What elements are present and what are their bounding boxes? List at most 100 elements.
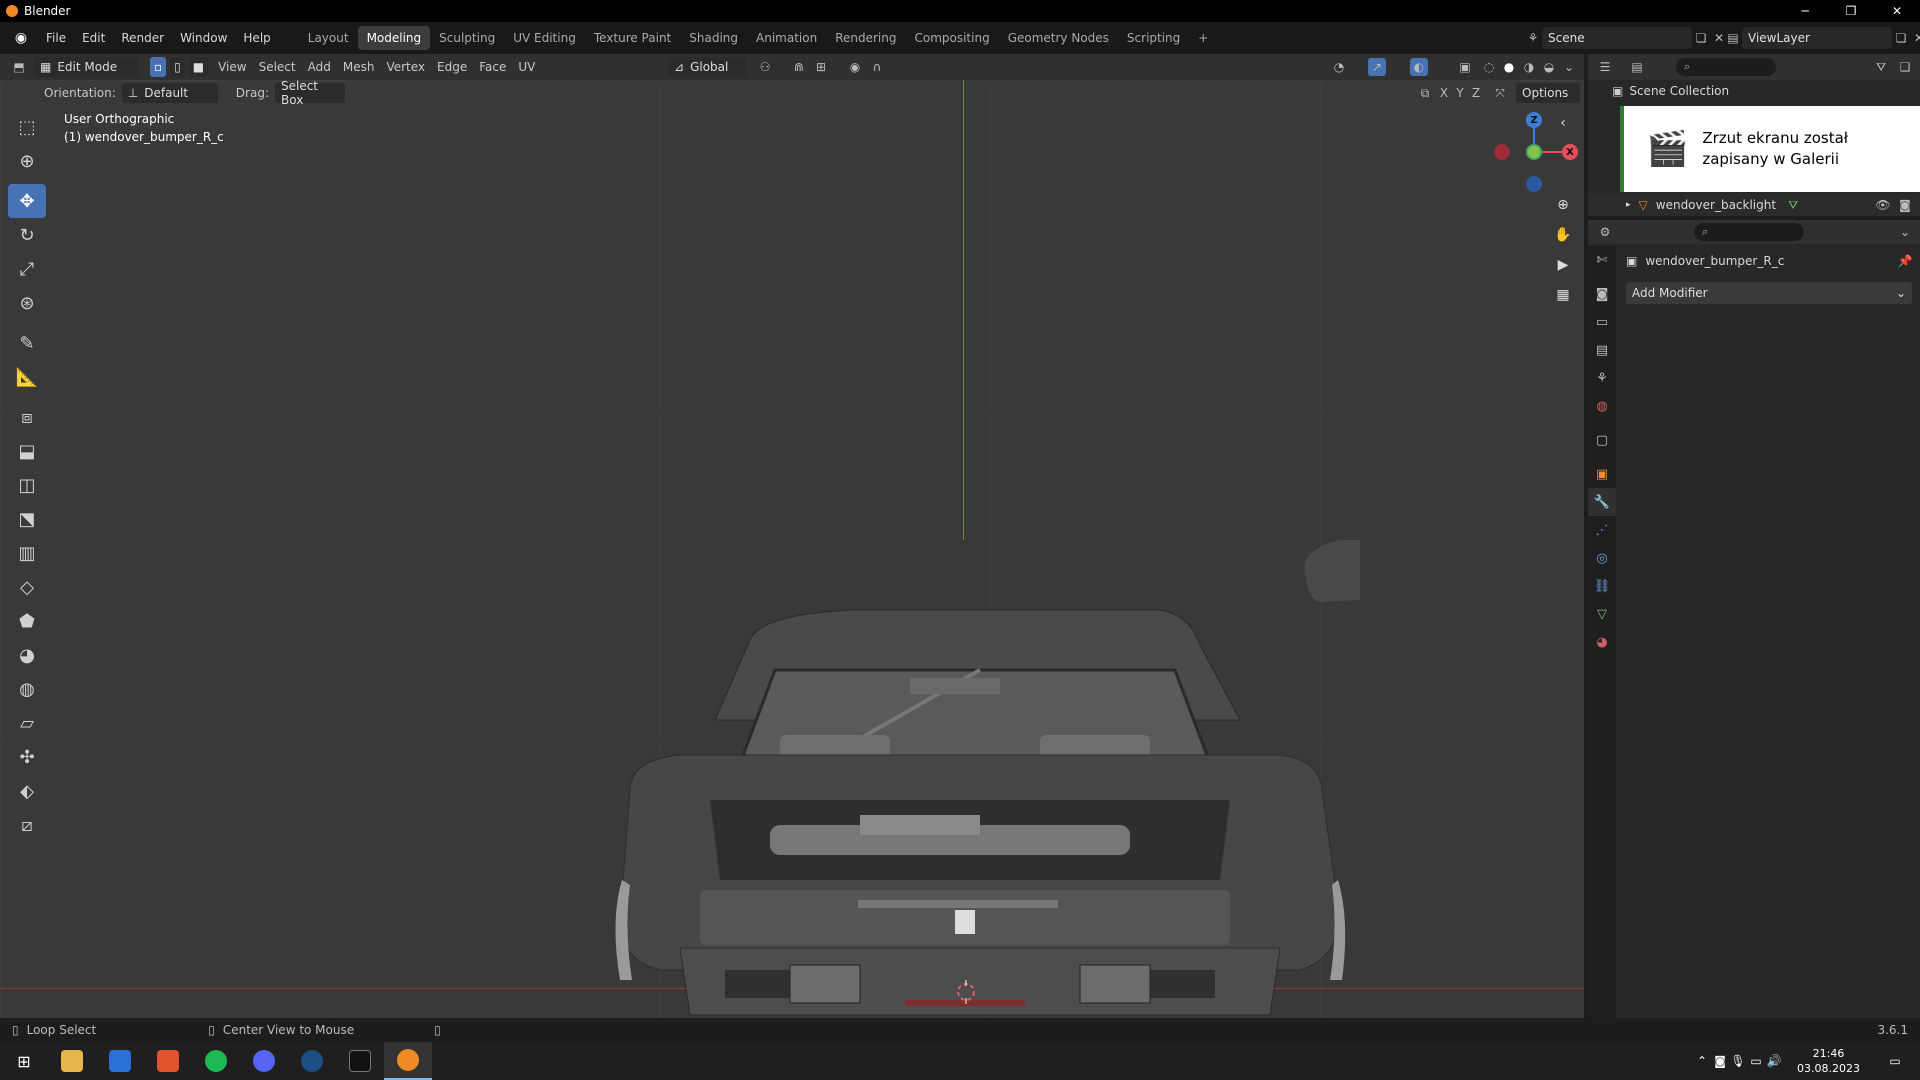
- scene-selector[interactable]: Scene: [1542, 27, 1692, 49]
- world-tab-icon[interactable]: ◍: [1588, 392, 1616, 420]
- mesh-data-tab-icon[interactable]: ▽: [1588, 600, 1616, 628]
- steam-icon[interactable]: [288, 1042, 336, 1080]
- outliner-search-input[interactable]: ⌕: [1676, 58, 1776, 76]
- view-layer-selector[interactable]: ViewLayer: [1742, 27, 1892, 49]
- delete-view-layer-icon[interactable]: ✕: [1910, 29, 1920, 47]
- menu-select[interactable]: Select: [253, 60, 302, 74]
- drag-dropdown[interactable]: Select Box: [274, 79, 345, 107]
- rip-region-tool-icon[interactable]: ⧄: [8, 808, 46, 842]
- add-cube-tool-icon[interactable]: ⧈: [8, 400, 46, 434]
- file-explorer-icon[interactable]: [48, 1042, 96, 1080]
- render-tab-icon[interactable]: ◙: [1588, 280, 1616, 308]
- brave-browser-icon[interactable]: [144, 1042, 192, 1080]
- collapse-sidebar-icon[interactable]: ‹: [1550, 110, 1576, 136]
- 3d-viewport[interactable]: [0, 80, 1584, 1018]
- collection-tab-icon[interactable]: ▢: [1588, 426, 1616, 454]
- transform-orientation-dropdown[interactable]: ⊿ Global: [668, 57, 746, 77]
- mirror-z-toggle[interactable]: Z: [1467, 84, 1485, 102]
- inset-tool-icon[interactable]: ◫: [8, 468, 46, 502]
- zoom-icon[interactable]: ⊕: [1550, 192, 1576, 218]
- camera-view-icon[interactable]: ▶: [1550, 252, 1576, 278]
- tool-tab-icon[interactable]: ✄: [1588, 246, 1616, 274]
- menu-view[interactable]: View: [212, 60, 252, 74]
- outliner-row-scene-collection[interactable]: ▣ Scene Collection: [1588, 80, 1920, 102]
- gizmo-toggle-icon[interactable]: ↗: [1368, 58, 1386, 76]
- minimize-button[interactable]: ─: [1782, 0, 1828, 22]
- wireframe-shading-icon[interactable]: ◌: [1480, 58, 1498, 76]
- menu-edge[interactable]: Edge: [431, 60, 473, 74]
- menu-mesh[interactable]: Mesh: [337, 60, 381, 74]
- new-view-layer-icon[interactable]: ❏: [1892, 29, 1910, 47]
- shading-options-icon[interactable]: ⌄: [1560, 58, 1578, 76]
- clock[interactable]: 21:46 03.08.2023: [1797, 1046, 1860, 1076]
- solid-shading-icon[interactable]: ●: [1500, 58, 1518, 76]
- discord-icon[interactable]: [240, 1042, 288, 1080]
- move-tool-icon[interactable]: ✥: [8, 184, 46, 218]
- properties-editor-icon[interactable]: ⚙: [1596, 223, 1614, 241]
- tab-animation[interactable]: Animation: [747, 26, 826, 50]
- network-icon[interactable]: ▭: [1747, 1052, 1765, 1070]
- menu-render[interactable]: Render: [113, 31, 172, 45]
- select-box-tool-icon[interactable]: ⬚: [8, 110, 46, 144]
- view-layer-icon[interactable]: ▤: [1724, 29, 1742, 47]
- auto-merge-icon[interactable]: ⤧: [1491, 84, 1509, 102]
- menu-uv[interactable]: UV: [512, 60, 541, 74]
- snap-target-icon[interactable]: ⊞: [812, 58, 830, 76]
- pan-hand-icon[interactable]: ✋: [1550, 222, 1576, 248]
- new-collection-icon[interactable]: ❏: [1896, 58, 1914, 76]
- knife-tool-icon[interactable]: ◇: [8, 570, 46, 604]
- face-select-icon[interactable]: ■: [188, 57, 209, 77]
- tab-modeling[interactable]: Modeling: [357, 26, 431, 50]
- tab-sculpting[interactable]: Sculpting: [430, 26, 504, 50]
- windows-start-icon[interactable]: ⊞: [0, 1042, 48, 1080]
- visibility-icon[interactable]: ◔: [1330, 58, 1348, 76]
- expand-arrow-icon[interactable]: ▸: [1626, 200, 1631, 210]
- falloff-icon[interactable]: ∩: [868, 58, 886, 76]
- volume-icon[interactable]: 🔊: [1765, 1052, 1783, 1070]
- scale-tool-icon[interactable]: ⤢: [8, 252, 46, 286]
- spin-tool-icon[interactable]: ◕: [8, 638, 46, 672]
- menu-vertex[interactable]: Vertex: [380, 60, 431, 74]
- menu-window[interactable]: Window: [172, 31, 235, 45]
- tab-compositing[interactable]: Compositing: [905, 26, 998, 50]
- bevel-tool-icon[interactable]: ⬔: [8, 502, 46, 536]
- filter-icon[interactable]: ⛛: [1872, 58, 1890, 76]
- xray-toggle-icon[interactable]: ▣: [1456, 58, 1474, 76]
- annotate-tool-icon[interactable]: ✎: [8, 326, 46, 360]
- mode-selector[interactable]: ▦ Edit Mode: [34, 57, 138, 77]
- shear-tool-icon[interactable]: ⬖: [8, 774, 46, 808]
- mirror-icon[interactable]: ⧉: [1416, 84, 1434, 102]
- constraints-tab-icon[interactable]: ⛓: [1588, 572, 1616, 600]
- tray-chevron-icon[interactable]: ⌃: [1693, 1052, 1711, 1070]
- menu-file[interactable]: File: [38, 31, 74, 45]
- microphone-icon[interactable]: 🎙: [1729, 1052, 1747, 1070]
- proportional-edit-icon[interactable]: ◉: [846, 58, 864, 76]
- tab-geometry-nodes[interactable]: Geometry Nodes: [999, 26, 1118, 50]
- add-workspace-button[interactable]: +: [1189, 26, 1217, 50]
- outliner-row-backlight[interactable]: ▸ ▽ wendover_backlight ⛛ 👁 ◙: [1588, 194, 1920, 216]
- edge-slide-tool-icon[interactable]: ▱: [8, 706, 46, 740]
- tab-rendering[interactable]: Rendering: [826, 26, 905, 50]
- outliner-editor-icon[interactable]: ☰: [1596, 58, 1614, 76]
- vertex-select-icon[interactable]: ▫: [150, 57, 167, 77]
- physics-tab-icon[interactable]: ◎: [1588, 544, 1616, 572]
- menu-add[interactable]: Add: [302, 60, 337, 74]
- gizmo-neg-x-axis[interactable]: [1494, 144, 1510, 160]
- tab-layout[interactable]: Layout: [299, 26, 358, 50]
- orientation-dropdown[interactable]: ⊥ Default: [121, 83, 218, 103]
- menu-face[interactable]: Face: [473, 60, 512, 74]
- microsoft-store-icon[interactable]: [96, 1042, 144, 1080]
- perspective-grid-icon[interactable]: ▦: [1550, 282, 1576, 308]
- maximize-button[interactable]: ❐: [1828, 0, 1874, 22]
- 3d-cursor-icon[interactable]: [954, 980, 978, 1004]
- editor-type-icon[interactable]: ⬒: [10, 58, 28, 76]
- view-layer-tab-icon[interactable]: ▤: [1588, 336, 1616, 364]
- gizmo-y-axis[interactable]: [1526, 144, 1542, 160]
- cursor-tool-icon[interactable]: ⊕: [8, 144, 46, 178]
- car-model[interactable]: [600, 460, 1360, 1018]
- close-button[interactable]: ✕: [1874, 0, 1920, 22]
- tab-uv-editing[interactable]: UV Editing: [504, 26, 585, 50]
- new-scene-icon[interactable]: ❏: [1692, 29, 1710, 47]
- spotify-icon[interactable]: [192, 1042, 240, 1080]
- eye-icon[interactable]: 👁: [1874, 196, 1892, 214]
